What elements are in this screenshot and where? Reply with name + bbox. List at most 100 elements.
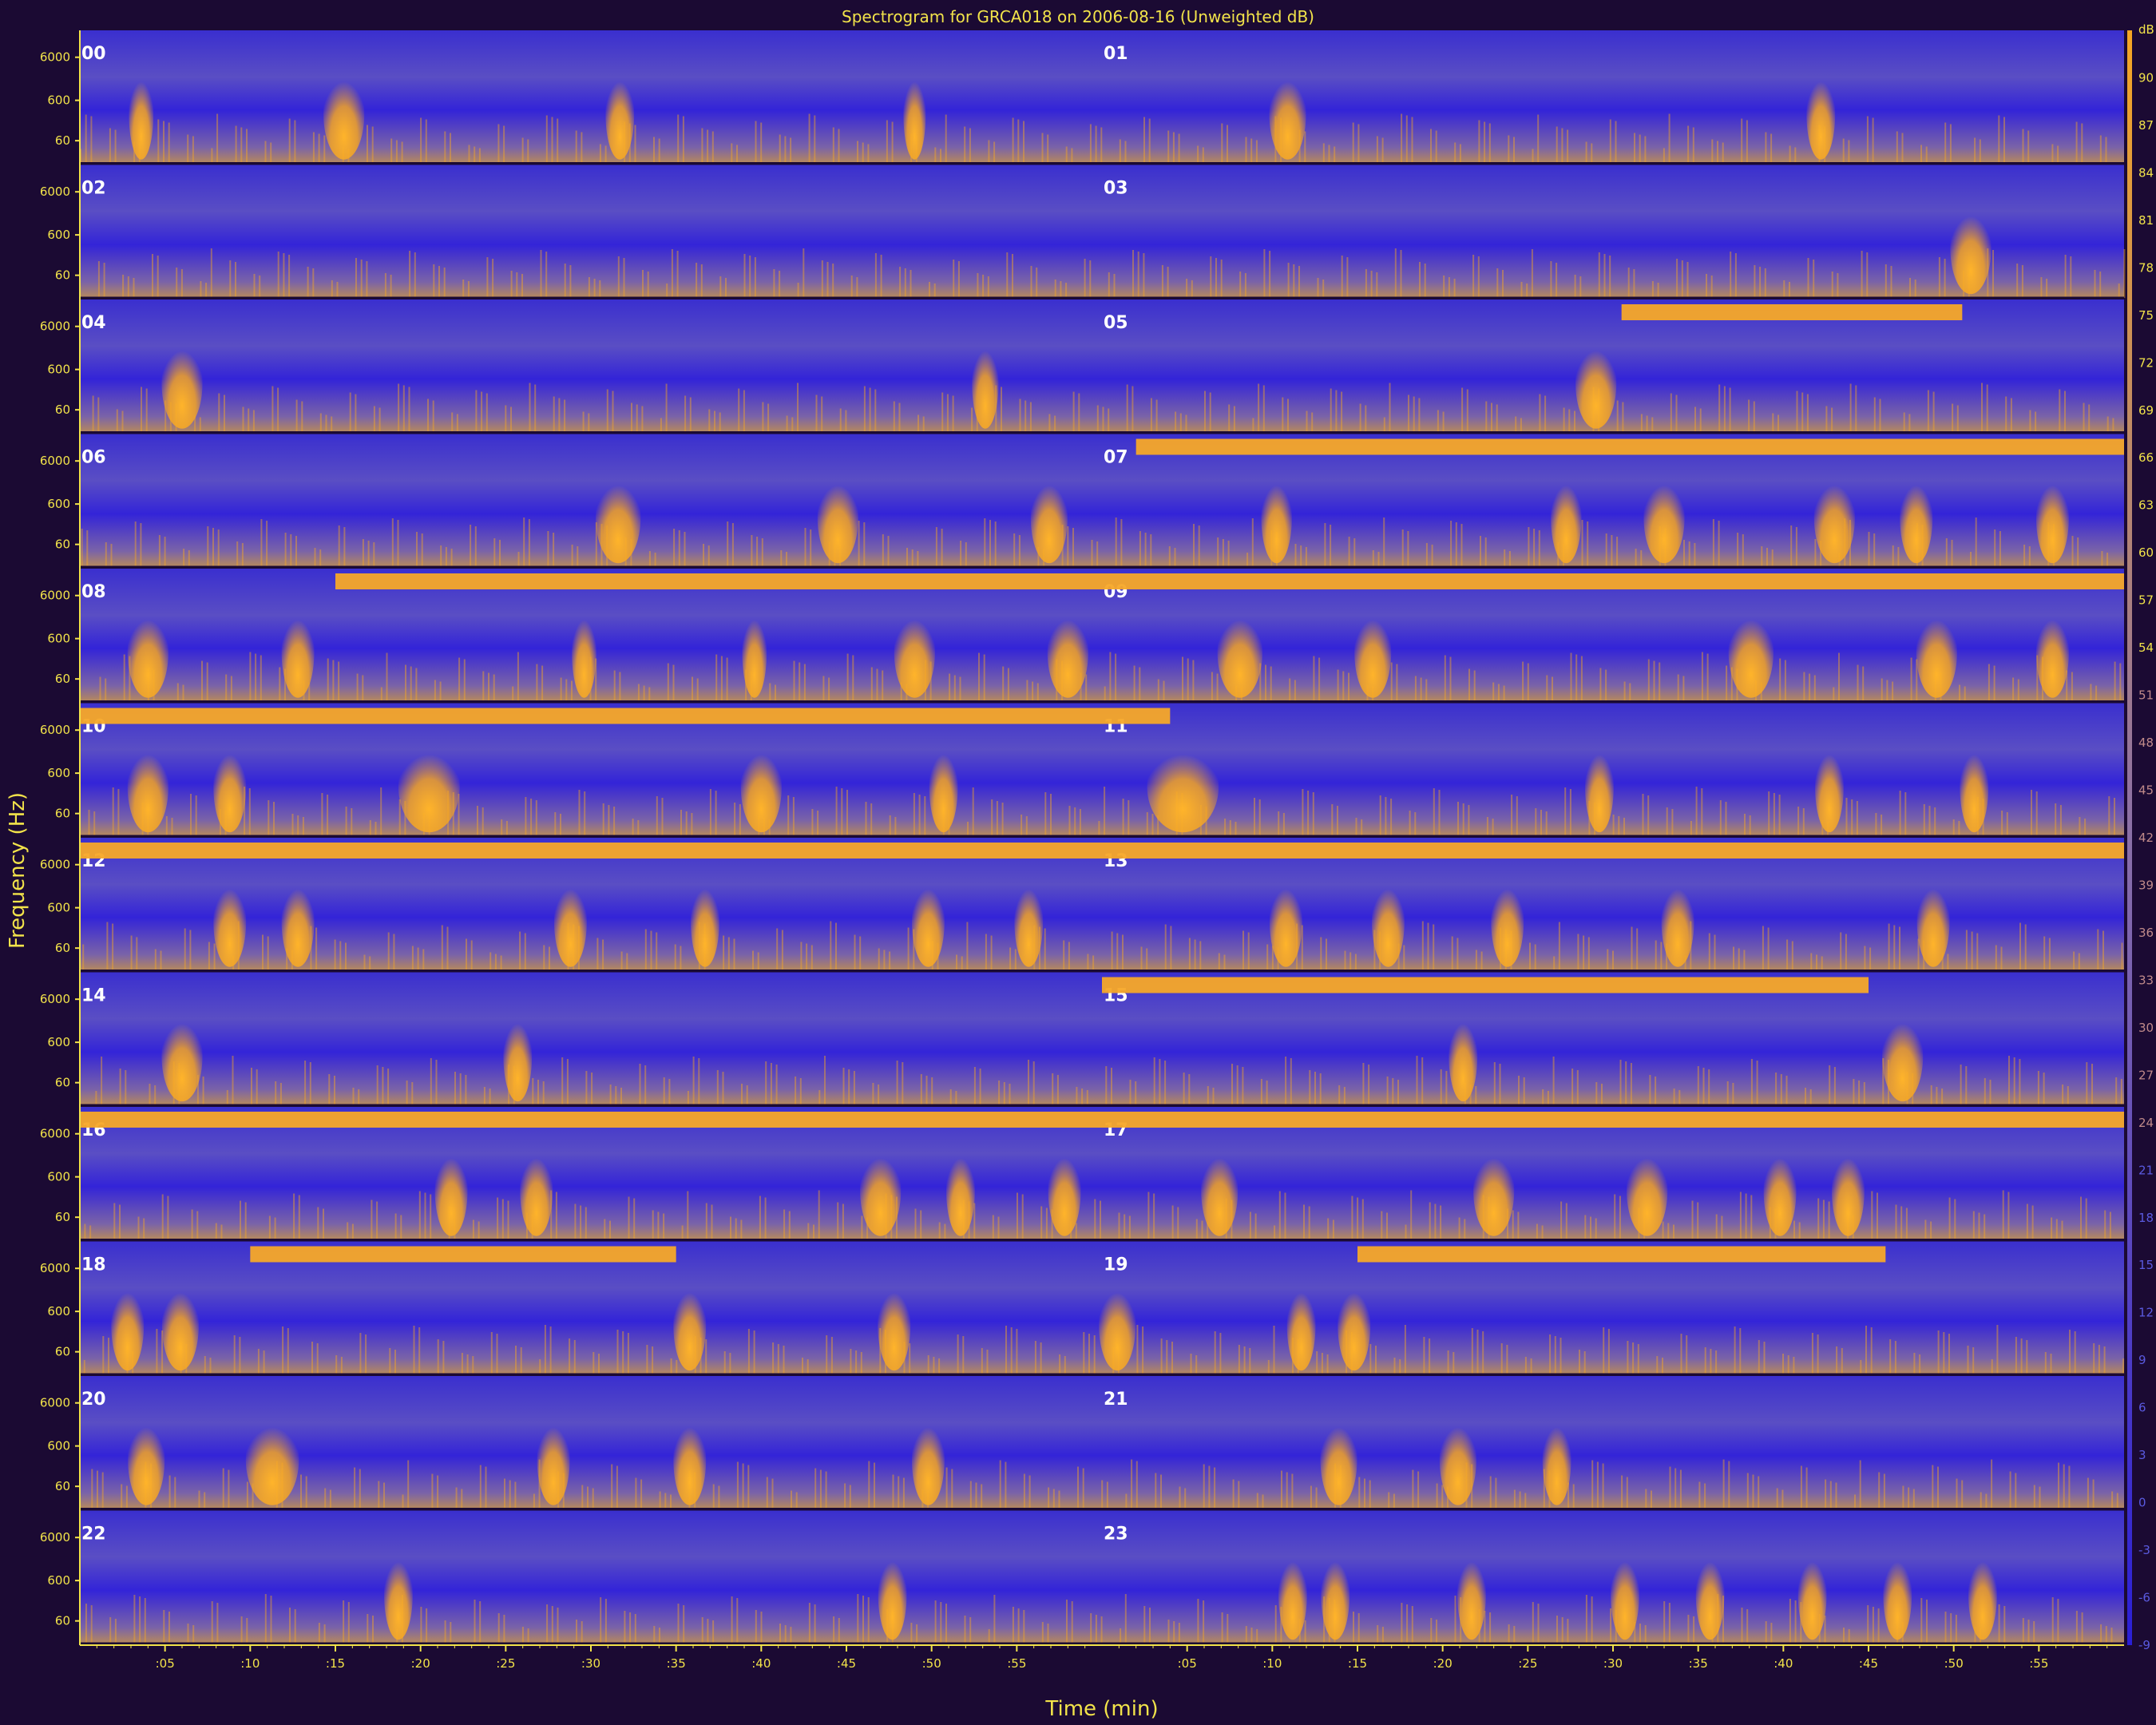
noise-streak	[857, 1594, 859, 1644]
noise-streak	[1193, 524, 1195, 567]
noise-streak	[747, 1329, 750, 1374]
noise-streak	[1630, 1063, 1632, 1105]
hour-label: 21	[1104, 1390, 1128, 1410]
vocal-event	[1695, 1548, 1725, 1640]
noise-streak	[1321, 1353, 1323, 1374]
noise-streak	[1653, 660, 1655, 702]
noise-streak	[838, 1618, 840, 1644]
noise-streak	[1965, 930, 1968, 971]
noise-streak	[1013, 533, 1016, 567]
noise-streak	[1365, 405, 1367, 433]
noise-streak	[566, 1059, 569, 1105]
noise-streak	[1635, 549, 1637, 567]
noise-streak	[708, 409, 711, 433]
noise-streak	[1558, 922, 1560, 971]
noise-streak	[557, 118, 559, 164]
noise-streak	[1021, 1194, 1024, 1240]
noise-streak	[808, 1603, 810, 1644]
noise-streak	[394, 1213, 397, 1240]
noise-streak	[523, 518, 525, 567]
noise-streak	[226, 1090, 228, 1105]
noise-streak	[779, 1624, 781, 1644]
noise-streak	[1238, 1345, 1240, 1374]
noise-streak	[1137, 252, 1139, 298]
noise-streak	[1862, 666, 1865, 702]
noise-streak	[1639, 134, 1641, 164]
noise-streak	[1436, 1483, 1438, 1509]
noise-streak	[1532, 149, 1534, 164]
y-tick-label: 60	[55, 1210, 70, 1224]
noise-streak	[105, 542, 107, 567]
noise-streak	[676, 251, 679, 298]
noise-streak	[654, 553, 656, 567]
noise-streak	[1412, 1469, 1414, 1509]
noise-streak	[1872, 1607, 1874, 1644]
noise-streak	[1068, 806, 1071, 836]
noise-streak	[1214, 1331, 1216, 1374]
vocal-event	[161, 1009, 203, 1102]
noise-streak	[1125, 1493, 1128, 1509]
noise-streak	[1607, 949, 1609, 971]
noise-streak	[1100, 1200, 1101, 1240]
noise-streak	[338, 661, 340, 702]
noise-streak	[756, 537, 759, 567]
noise-streak	[1626, 1477, 1628, 1509]
y-tick-label: 60	[55, 402, 70, 417]
noise-streak	[642, 270, 644, 298]
noise-streak	[1007, 668, 1009, 702]
noise-streak	[961, 956, 963, 971]
noise-streak	[527, 1628, 529, 1644]
noise-streak	[1311, 412, 1314, 433]
noise-streak	[839, 408, 842, 433]
tone-band	[1102, 977, 1869, 993]
noise-streak	[386, 652, 388, 702]
noise-streak	[777, 1344, 779, 1374]
noise-streak	[1160, 1338, 1163, 1374]
noise-streak	[236, 541, 239, 567]
noise-streak	[85, 114, 87, 164]
noise-streak	[196, 1211, 199, 1240]
noise-streak	[743, 390, 745, 433]
noise-streak	[940, 149, 941, 164]
noise-streak	[1370, 271, 1373, 298]
noise-streak	[1745, 1193, 1747, 1240]
noise-streak	[1397, 1080, 1399, 1105]
noise-streak	[715, 791, 717, 836]
noise-streak	[886, 120, 888, 164]
noise-streak	[493, 674, 495, 702]
noise-streak	[1310, 1485, 1312, 1509]
noise-streak	[1642, 794, 1644, 836]
noise-streak	[882, 534, 884, 567]
noise-streak	[1375, 1346, 1377, 1374]
noise-streak	[1018, 535, 1021, 567]
noise-streak	[1927, 390, 1929, 433]
noise-streak	[1085, 674, 1088, 702]
noise-streak	[133, 278, 135, 298]
noise-streak	[394, 1350, 396, 1374]
noise-streak	[663, 1077, 665, 1105]
noise-streak	[832, 264, 834, 298]
noise-streak	[1785, 1076, 1788, 1105]
noise-streak	[1492, 819, 1494, 836]
noise-streak	[1544, 395, 1547, 433]
y-tick-label: 600	[47, 901, 70, 915]
noise-streak	[1676, 259, 1678, 298]
noise-streak	[133, 1595, 136, 1644]
noise-streak	[1857, 664, 1859, 702]
noise-streak	[1574, 275, 1576, 298]
noise-streak	[439, 681, 442, 702]
noise-streak	[90, 116, 93, 164]
vocal-event	[572, 606, 596, 698]
noise-streak	[1430, 1618, 1433, 1644]
noise-streak	[260, 519, 263, 567]
noise-streak	[964, 126, 966, 164]
noise-streak	[2062, 1085, 2064, 1105]
noise-streak	[343, 1600, 345, 1644]
noise-streak	[1444, 655, 1446, 702]
noise-streak	[781, 930, 783, 971]
noise-streak	[993, 141, 996, 164]
noise-streak	[211, 148, 213, 164]
vocal-event	[281, 606, 315, 698]
noise-streak	[853, 1071, 855, 1105]
noise-streak	[736, 1598, 739, 1644]
